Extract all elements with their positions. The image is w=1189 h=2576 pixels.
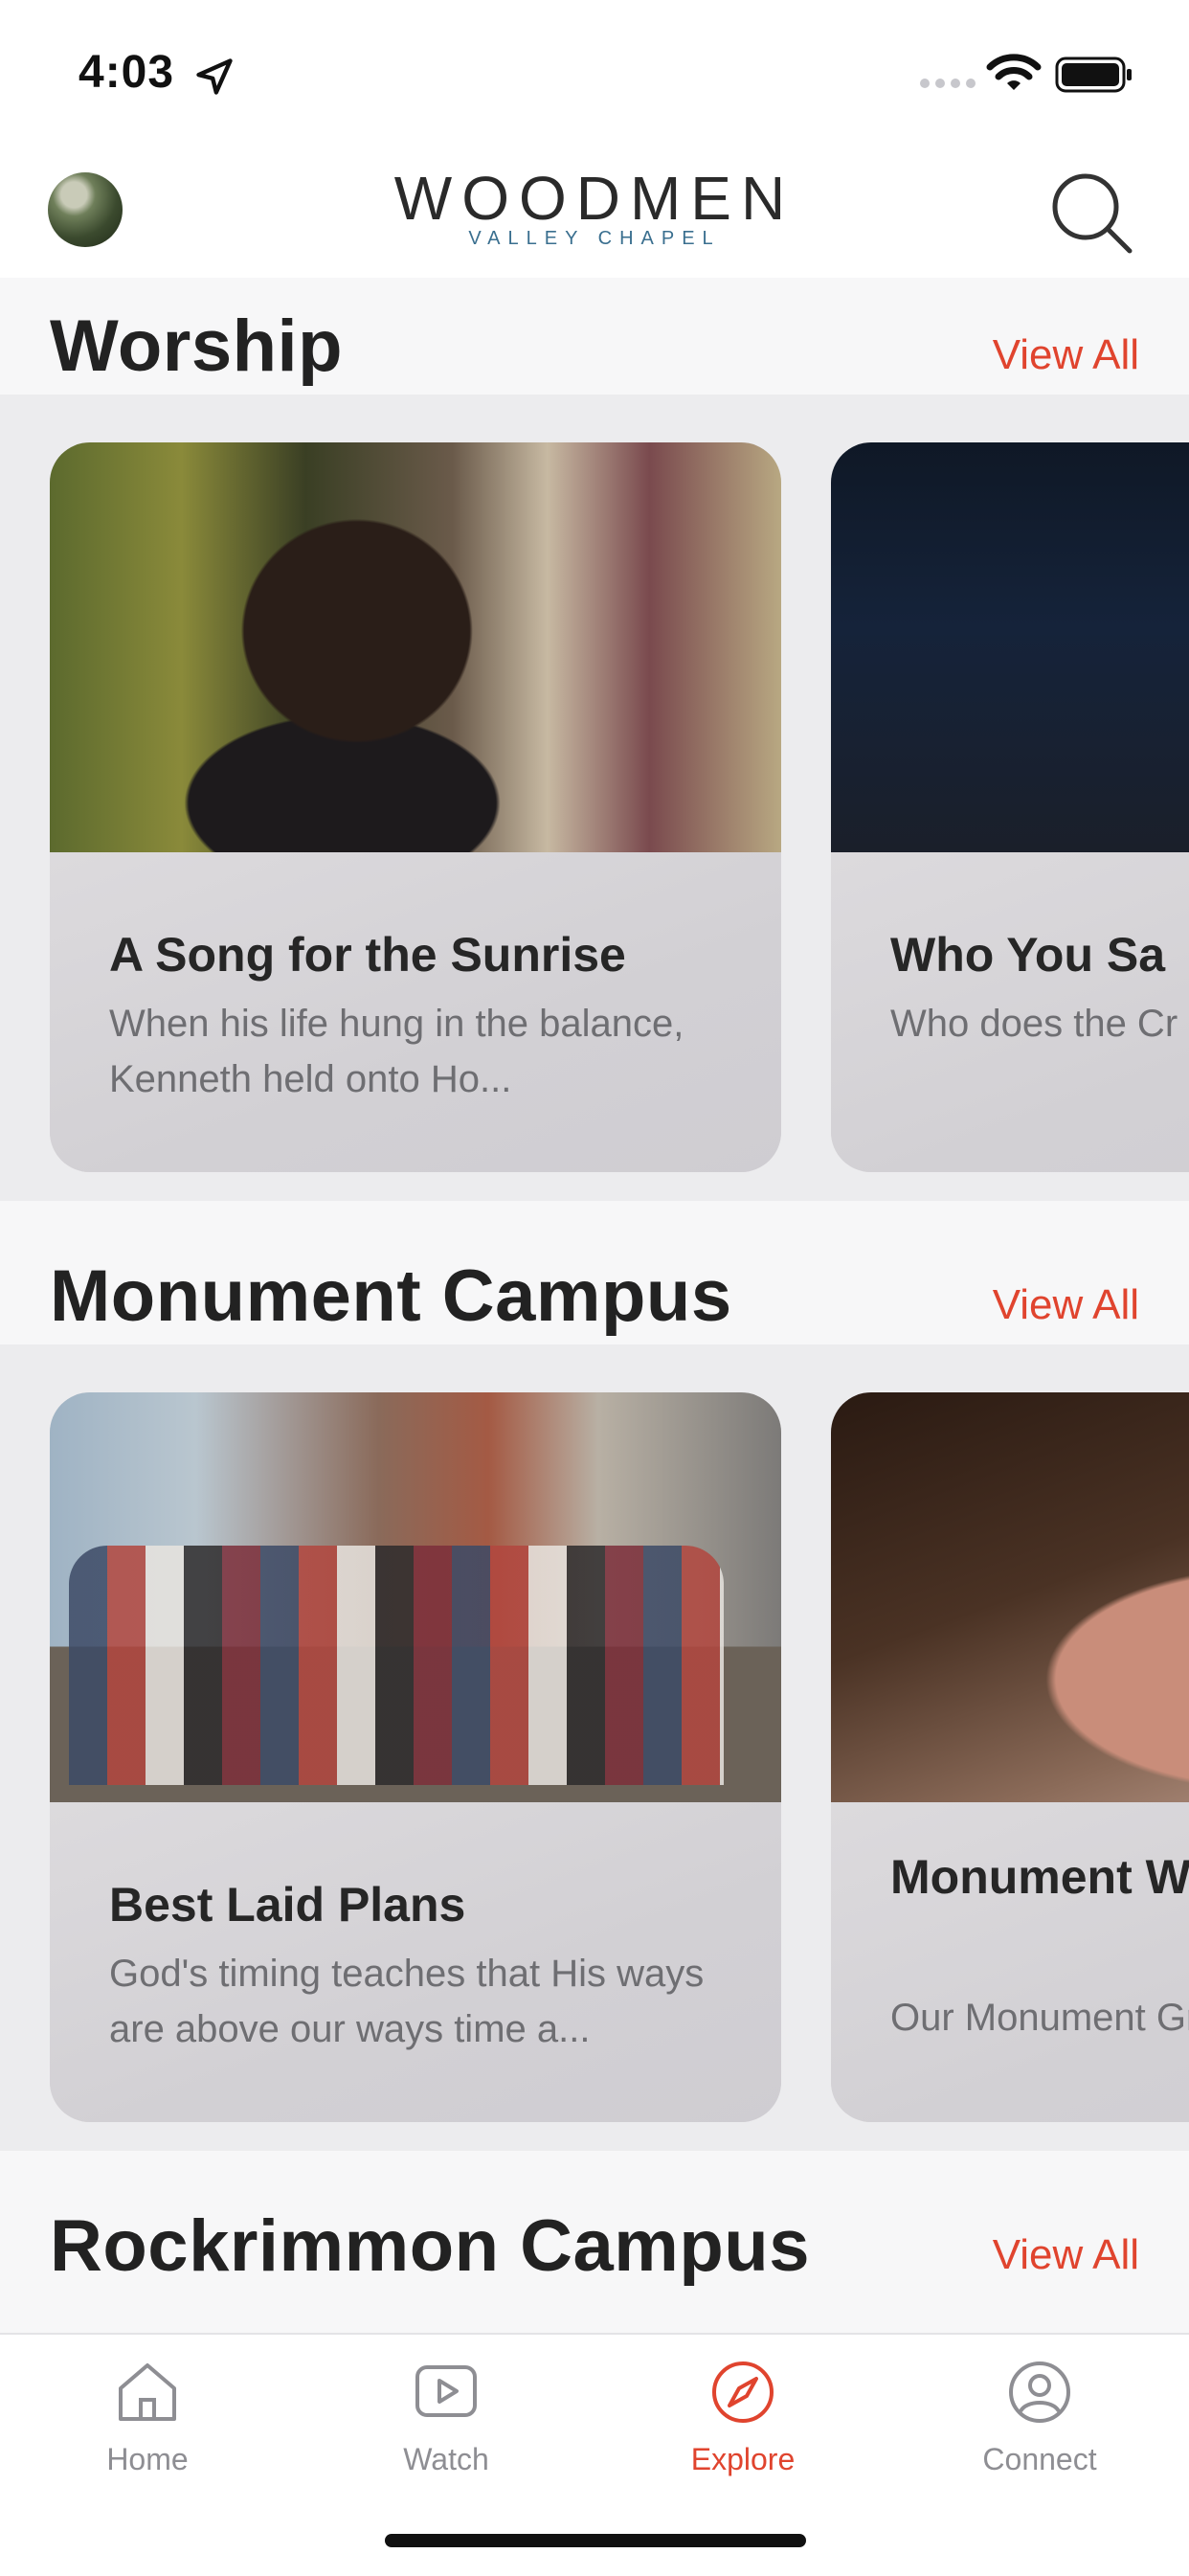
location-arrow-icon (196, 58, 233, 95)
card-description: God's timing teaches that His ways are a… (109, 1953, 705, 2050)
card-title: Monument Wednesday (890, 1850, 1189, 1904)
card-body: A Song for the Sunrise When his life hun… (50, 852, 781, 1172)
card-image (831, 442, 1189, 852)
search-icon[interactable] (1045, 167, 1137, 259)
section-title: Monument Campus (50, 1255, 732, 1337)
battery-icon (1055, 56, 1132, 93)
card-description: Our Monument Greater Europe M (890, 1997, 1189, 2039)
content-card[interactable]: Monument Wednesday Our Monument Greater … (831, 1392, 1189, 2122)
card-image (831, 1392, 1189, 1802)
section-title: Worship (50, 305, 344, 387)
wifi-icon (986, 54, 1042, 90)
card-title: Who You Sa (890, 928, 1166, 982)
tab-label: Explore (690, 2442, 796, 2476)
status-bar: 4:03 (0, 0, 1189, 144)
content-card[interactable]: Who You Sa Who does the Cr soul say you … (831, 442, 1189, 1172)
card-carousel[interactable]: A Song for the Sunrise When his life hun… (0, 395, 1189, 1201)
card-body: Who You Sa Who does the Cr soul say you … (831, 852, 1189, 1172)
logo-main-text: WOODMEN (393, 164, 796, 233)
home-indicator (385, 2534, 806, 2547)
content-card[interactable]: A Song for the Sunrise When his life hun… (50, 442, 781, 1172)
card-body: Monument Wednesday Our Monument Greater … (831, 1802, 1189, 2122)
section-monument-campus: Monument Campus View All Best Laid Plans… (0, 1228, 1189, 2151)
content-card[interactable]: Best Laid Plans God's timing teaches tha… (50, 1392, 781, 2122)
play-icon (415, 2365, 477, 2417)
tab-watch[interactable]: Watch (350, 2356, 542, 2477)
section-rockrimmon-campus: Rockrimmon Campus View All (0, 2178, 1189, 2294)
card-carousel[interactable]: Best Laid Plans God's timing teaches tha… (0, 1344, 1189, 2151)
status-time: 4:03 (79, 47, 175, 98)
user-icon (1009, 2361, 1070, 2423)
section-worship: Worship View All A Song for the Sunrise … (0, 278, 1189, 1201)
tab-label: Home (106, 2442, 189, 2476)
tab-home[interactable]: Home (52, 2356, 243, 2477)
tab-explore[interactable]: Explore (647, 2356, 839, 2477)
card-title: A Song for the Sunrise (109, 928, 626, 982)
card-image (50, 442, 781, 852)
logo: WOODMEN VALLEY CHAPEL (0, 167, 1189, 250)
card-description: Who does the Cr soul say you are? (890, 1003, 1189, 1045)
view-all-button[interactable]: View All (993, 331, 1139, 379)
section-title: Rockrimmon Campus (50, 2205, 810, 2287)
home-icon (119, 2363, 176, 2421)
card-title: Best Laid Plans (109, 1878, 466, 1932)
section-header: Monument Campus View All (0, 1228, 1189, 1344)
cellular-signal-icon (920, 79, 976, 88)
compass-icon (712, 2361, 774, 2423)
card-image (50, 1392, 781, 1802)
tab-label: Watch (403, 2442, 489, 2476)
card-description: When his life hung in the balance, Kenne… (109, 1003, 684, 1100)
section-header: Worship View All (0, 278, 1189, 395)
tab-connect[interactable]: Connect (944, 2356, 1135, 2477)
app-header: WOODMEN VALLEY CHAPEL (0, 144, 1189, 278)
view-all-button[interactable]: View All (993, 2231, 1139, 2279)
logo-sub-text: VALLEY CHAPEL (468, 228, 721, 249)
view-all-button[interactable]: View All (993, 1281, 1139, 1329)
card-body: Best Laid Plans God's timing teaches tha… (50, 1802, 781, 2122)
tab-label: Connect (982, 2442, 1097, 2476)
section-header: Rockrimmon Campus View All (0, 2178, 1189, 2294)
